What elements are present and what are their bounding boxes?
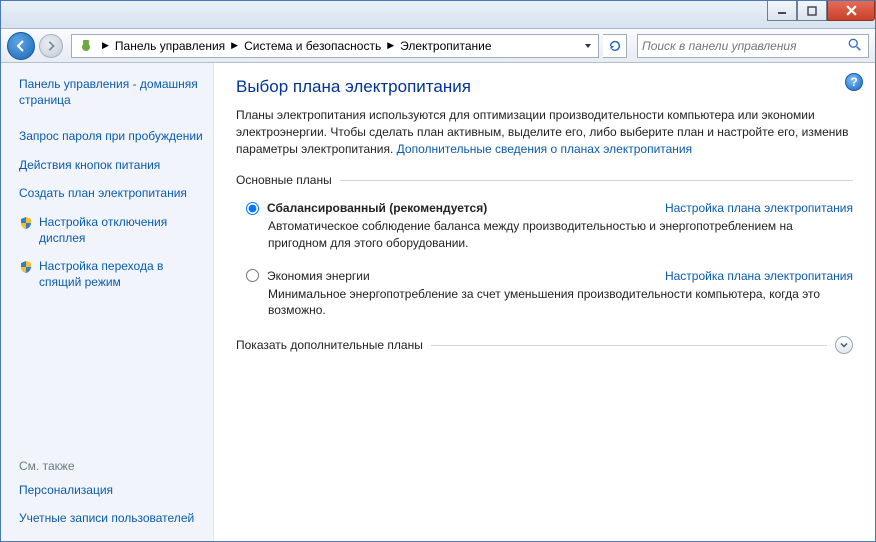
section-basic-plans: Основные планы — [236, 173, 853, 187]
forward-button[interactable] — [39, 34, 63, 58]
related-personalization-link[interactable]: Персонализация — [19, 483, 113, 499]
navigation-bar: ▶ Панель управления ▶ Система и безопасн… — [1, 29, 875, 63]
chevron-right-icon[interactable]: ▶ — [98, 40, 113, 51]
sidebar-link-display-off[interactable]: Настройка отключения дисплея — [39, 215, 203, 246]
title-bar — [1, 1, 875, 29]
main-content: ? Выбор плана электропитания Планы элект… — [214, 63, 875, 541]
chevron-right-icon[interactable]: ▶ — [383, 40, 398, 51]
section-additional-label: Показать дополнительные планы — [236, 338, 423, 352]
window-controls — [767, 1, 875, 21]
refresh-button[interactable] — [603, 34, 627, 58]
search-input[interactable] — [642, 39, 848, 53]
close-button[interactable] — [827, 1, 875, 21]
related-user-accounts-link[interactable]: Учетные записи пользователей — [19, 511, 194, 527]
minimize-button[interactable] — [767, 1, 797, 21]
plan-power-saver-settings-link[interactable]: Настройка плана электропитания — [665, 269, 853, 283]
expand-button[interactable] — [835, 336, 853, 354]
back-button[interactable] — [7, 32, 35, 60]
learn-more-link[interactable]: Дополнительные сведения о планах электро… — [397, 142, 692, 156]
shield-icon — [19, 260, 33, 274]
plan-balanced-title: Сбалансированный (рекомендуется) — [267, 201, 487, 215]
sidebar-link-sleep[interactable]: Настройка перехода в спящий режим — [39, 259, 203, 290]
chevron-right-icon[interactable]: ▶ — [227, 40, 242, 51]
section-basic-label: Основные планы — [236, 173, 332, 187]
section-additional-plans[interactable]: Показать дополнительные планы — [236, 336, 853, 354]
page-title: Выбор плана электропитания — [236, 77, 853, 97]
breadcrumb-power-options[interactable]: Электропитание — [398, 39, 493, 53]
chevron-down-icon — [839, 340, 849, 350]
see-also-heading: См. также — [19, 459, 203, 473]
breadcrumb-system-security[interactable]: Система и безопасность — [242, 39, 383, 53]
plan-power-saver: Экономия энергии Настройка плана электро… — [236, 269, 853, 318]
help-icon[interactable]: ? — [845, 73, 863, 91]
plan-balanced: Сбалансированный (рекомендуется) Настрой… — [236, 201, 853, 250]
plan-power-saver-radio[interactable] — [246, 269, 259, 282]
divider — [340, 180, 853, 181]
sidebar-link-create-plan[interactable]: Создать план электропитания — [19, 186, 187, 202]
maximize-button[interactable] — [797, 1, 827, 21]
plan-power-saver-title: Экономия энергии — [267, 269, 370, 283]
sidebar-link-power-buttons[interactable]: Действия кнопок питания — [19, 158, 160, 174]
plan-balanced-settings-link[interactable]: Настройка плана электропитания — [665, 201, 853, 215]
power-icon — [78, 38, 94, 54]
sidebar-link-password-on-wake[interactable]: Запрос пароля при пробуждении — [19, 129, 203, 145]
search-box[interactable] — [637, 34, 869, 58]
sidebar: Панель управления - домашняя страница За… — [1, 63, 214, 541]
control-panel-home-link[interactable]: Панель управления - домашняя страница — [19, 77, 203, 108]
intro-text: Планы электропитания используются для оп… — [236, 107, 853, 157]
address-bar[interactable]: ▶ Панель управления ▶ Система и безопасн… — [71, 34, 599, 58]
search-icon[interactable] — [848, 38, 864, 54]
plan-power-saver-desc: Минимальное энергопотребление за счет ум… — [268, 286, 853, 318]
plan-balanced-radio[interactable] — [246, 202, 259, 215]
divider — [431, 345, 827, 346]
shield-icon — [19, 216, 33, 230]
address-dropdown-button[interactable] — [578, 35, 596, 57]
breadcrumb-control-panel[interactable]: Панель управления — [113, 39, 227, 53]
plan-balanced-desc: Автоматическое соблюдение баланса между … — [268, 218, 853, 250]
